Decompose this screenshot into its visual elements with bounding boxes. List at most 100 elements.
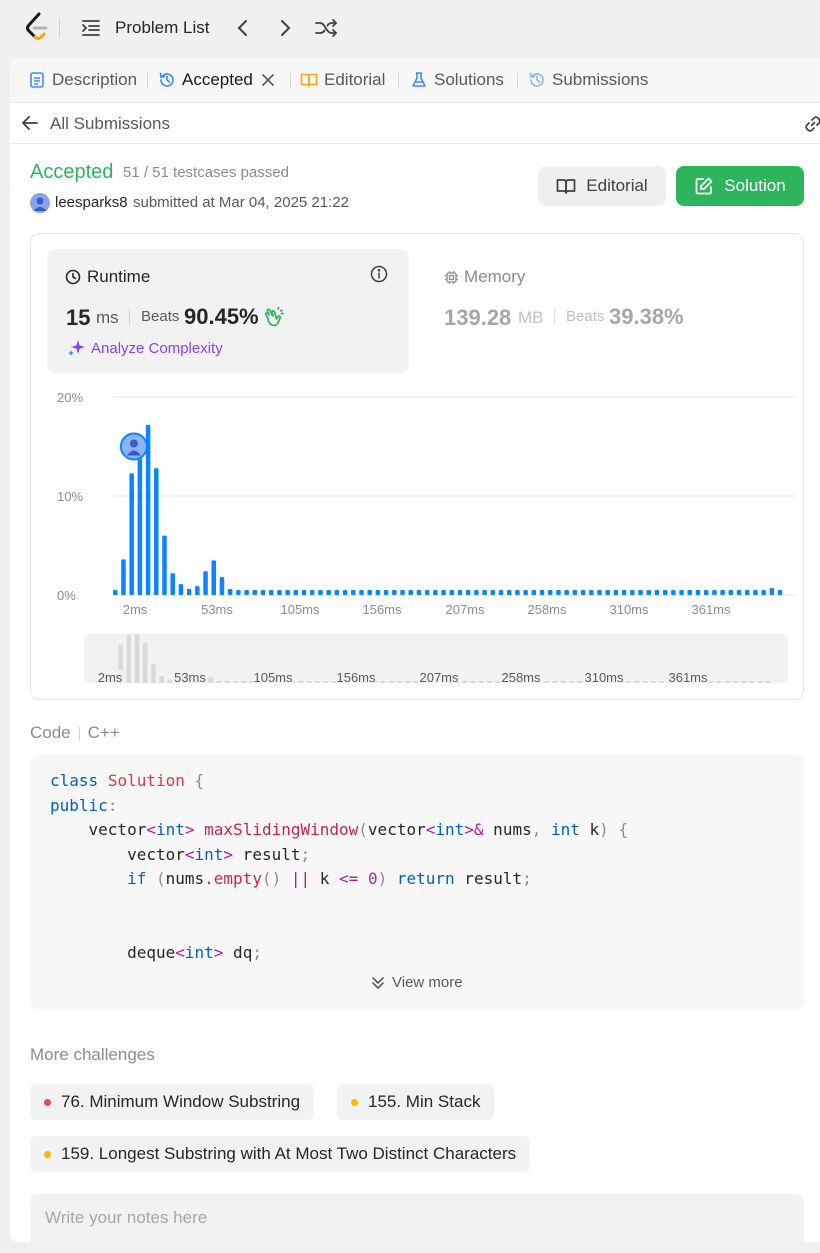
chart-bar <box>720 590 725 595</box>
challenge-chip[interactable]: 76. Minimum Window Substring <box>30 1084 315 1120</box>
testcases-passed: 51 / 51 testcases passed <box>123 164 289 181</box>
chart-bar <box>342 590 348 595</box>
all-submissions-link[interactable]: All Submissions <box>50 114 170 134</box>
minimap-tick-label: 310ms <box>584 670 624 683</box>
minimap-bar <box>159 676 164 683</box>
chart-bar <box>367 590 372 595</box>
chart-bar <box>531 590 537 595</box>
leetcode-logo-icon[interactable] <box>24 12 50 42</box>
minimap-bar <box>233 681 238 683</box>
chart-bar <box>621 590 627 595</box>
flask-icon <box>412 72 426 87</box>
minimap-bar <box>224 681 230 683</box>
minimap-tick-label: 207ms <box>419 670 459 683</box>
editorial-button[interactable]: Editorial <box>538 166 666 206</box>
notes-input[interactable]: Write your notes here <box>30 1194 804 1242</box>
avatar[interactable] <box>30 193 50 213</box>
chart-bar <box>268 590 274 595</box>
chart-bar <box>589 590 594 595</box>
close-icon[interactable] <box>261 73 275 87</box>
info-icon[interactable] <box>370 265 388 283</box>
chart-bar <box>547 590 553 595</box>
memory-unit: MB <box>518 308 544 327</box>
list-icon[interactable] <box>80 17 102 39</box>
notes-placeholder: Write your notes here <box>45 1208 208 1227</box>
challenge-chip[interactable]: 155. Min Stack <box>337 1084 495 1120</box>
minimap-tick-label: 258ms <box>501 670 541 683</box>
difficulty-dot <box>44 1098 51 1106</box>
chart-bar <box>564 590 569 595</box>
minimap-bar <box>397 681 402 683</box>
runtime-distribution-chart[interactable]: 20% 10% 0% 2ms 53ms 105ms 156ms 207ms 258ms 310ms… <box>51 374 803 614</box>
chart-bar <box>433 590 438 595</box>
chevrons-down-icon <box>372 976 384 989</box>
minimap-tick-label: 156ms <box>336 670 376 683</box>
tab-editorial[interactable]: Editorial <box>300 69 385 91</box>
chart-bar <box>113 590 118 595</box>
chart-bar <box>597 590 602 595</box>
minimap-bar <box>659 681 664 683</box>
editorial-button-label: Editorial <box>586 176 648 195</box>
divider <box>554 309 555 325</box>
y-tick-label: 10% <box>57 489 83 504</box>
minimap-bar <box>544 681 550 683</box>
view-more-button[interactable]: View more <box>370 974 463 991</box>
divider <box>78 726 80 741</box>
chart-bar <box>515 590 520 595</box>
chart-bar <box>449 590 455 595</box>
divider <box>398 73 399 89</box>
tab-accepted[interactable]: Accepted <box>158 69 275 91</box>
challenge-chip[interactable]: 159. Longest Substring with At Most Two … <box>30 1136 531 1172</box>
code-block[interactable]: class Solution { public: vector<int> max… <box>30 755 804 1010</box>
chevron-right-icon[interactable] <box>274 16 296 40</box>
runtime-panel[interactable]: Runtime 15 ms Beats 90.45% Analyze Compl… <box>47 249 409 373</box>
chart-bar <box>121 559 126 595</box>
chart-bar <box>556 590 561 595</box>
minimap-bar <box>167 679 173 683</box>
y-tick-label: 20% <box>57 390 83 405</box>
chart-bar <box>170 573 175 595</box>
chart-bar <box>654 590 660 595</box>
chart-range-slider[interactable]: 2ms 53ms 105ms 156ms 207ms 258ms 310ms 361ms <box>84 634 788 683</box>
divider <box>129 309 130 325</box>
clapping-hands-icon <box>264 306 284 327</box>
link-icon[interactable] <box>804 115 820 133</box>
problem-list-label[interactable]: Problem List <box>115 18 209 38</box>
y-tick-label: 0% <box>57 588 76 603</box>
chart-bar <box>400 590 405 595</box>
minimap-tick-label: 105ms <box>253 670 293 683</box>
chevron-left-icon[interactable] <box>232 16 254 40</box>
chart-bar <box>236 590 241 595</box>
minimap-tick-label: 2ms <box>98 670 123 683</box>
divider <box>59 18 60 38</box>
analyze-complexity-link[interactable]: Analyze Complexity <box>91 340 223 357</box>
minimap-bar <box>323 681 328 683</box>
minimap-bar <box>241 681 246 683</box>
minimap-bar <box>487 681 492 683</box>
top-bar: Problem List <box>0 0 820 56</box>
minimap-bar <box>306 681 312 683</box>
chart-bar <box>753 590 758 595</box>
chart-bar <box>638 590 643 595</box>
chart-bar <box>703 590 709 595</box>
chart-bar <box>613 590 619 595</box>
chart-bar <box>424 590 430 595</box>
minimap-bar <box>298 681 304 683</box>
tab-submissions[interactable]: Submissions <box>528 69 648 91</box>
runtime-unit: ms <box>96 308 119 327</box>
username[interactable]: leesparks8 <box>55 194 128 211</box>
chart-bar <box>129 473 134 595</box>
shuffle-icon[interactable] <box>313 16 339 40</box>
minimap-bar <box>569 681 574 683</box>
tab-solutions[interactable]: Solutions <box>410 69 504 91</box>
chart-bar <box>392 590 397 595</box>
divider <box>290 73 291 89</box>
minimap-bar <box>749 681 754 683</box>
solution-button[interactable]: Solution <box>676 166 804 206</box>
chart-bar <box>465 590 471 595</box>
chart-bar <box>219 577 225 595</box>
minimap-bar <box>757 680 763 683</box>
memory-title[interactable]: Memory <box>444 267 525 287</box>
arrow-left-icon[interactable] <box>21 114 39 132</box>
tab-description[interactable]: Description <box>28 69 137 91</box>
